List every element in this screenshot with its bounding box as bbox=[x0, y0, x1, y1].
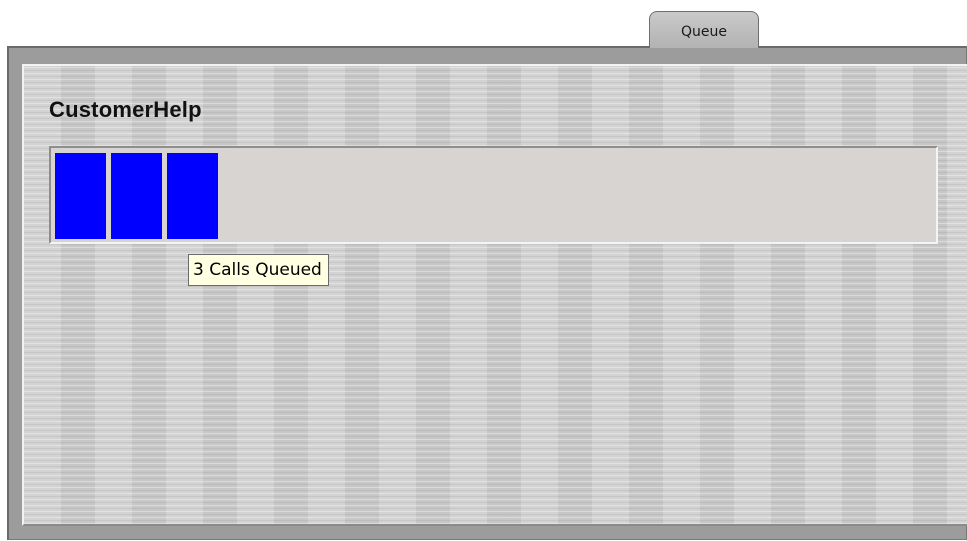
queue-name: CustomerHelp bbox=[49, 97, 202, 122]
queued-call-block bbox=[55, 153, 106, 239]
queue-meter[interactable] bbox=[49, 146, 938, 244]
queue-panel bbox=[22, 64, 967, 526]
queued-call-block bbox=[111, 153, 162, 239]
tab-queue[interactable]: Queue bbox=[649, 11, 759, 48]
queue-monitor-window: Queue CustomerHelp 3 Calls Queued bbox=[0, 0, 967, 541]
queued-call-block bbox=[167, 153, 218, 239]
queue-tooltip: 3 Calls Queued bbox=[188, 254, 329, 286]
